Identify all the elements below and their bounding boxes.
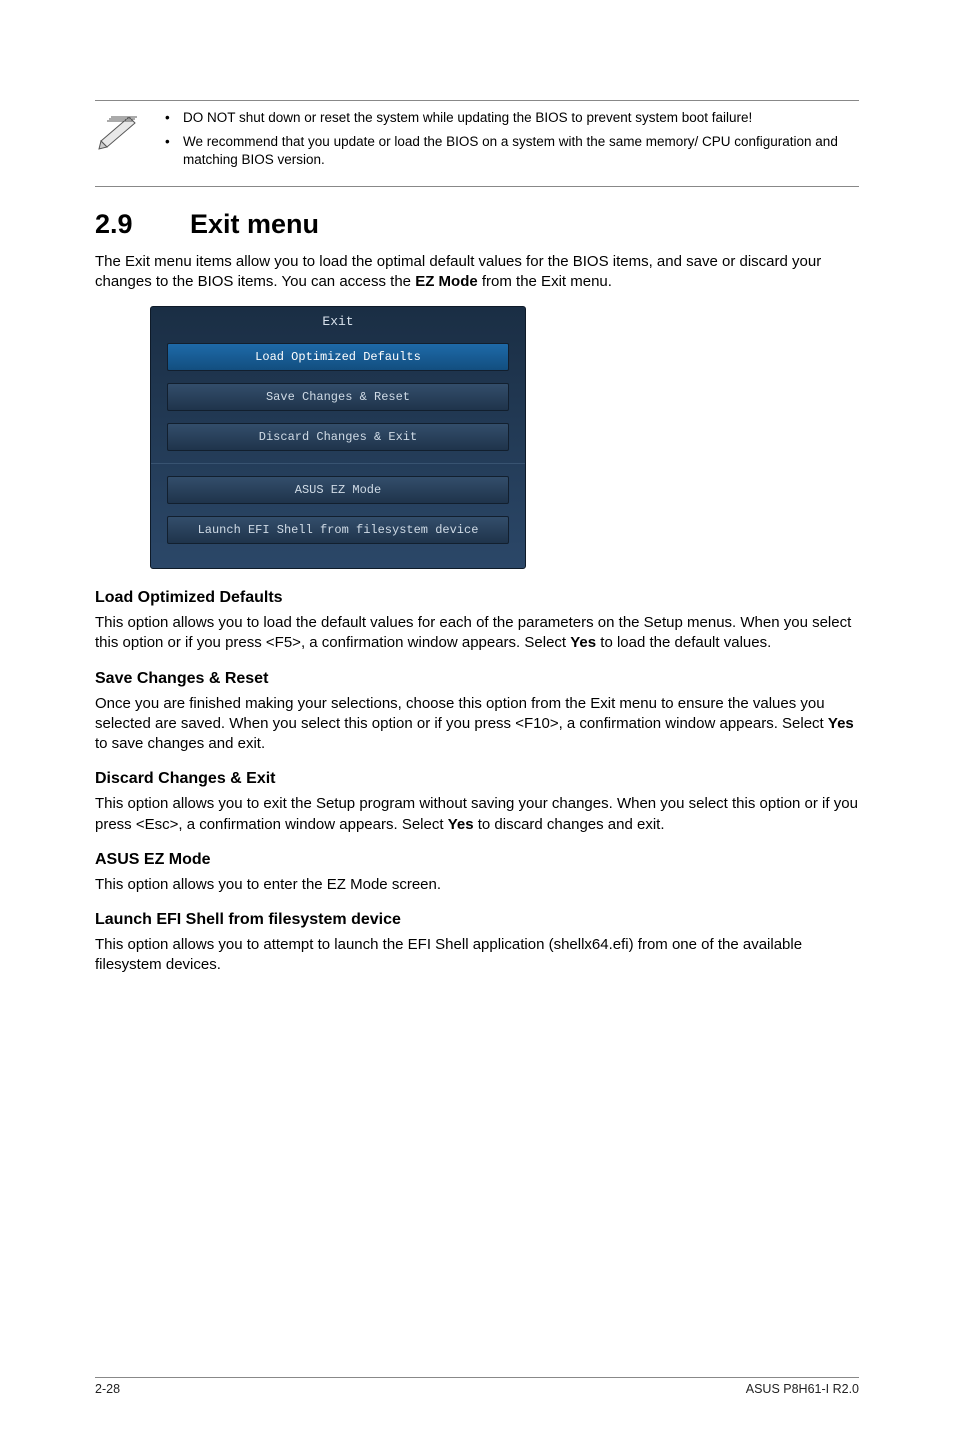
scr-pre: Once you are finished making your select…: [95, 695, 828, 732]
note-text-2: We recommend that you update or load the…: [183, 133, 859, 169]
section-intro: The Exit menu items allow you to load th…: [95, 252, 859, 293]
bullet-icon: •: [165, 109, 183, 127]
lod-post: to load the default values.: [596, 634, 771, 651]
bios-btn-save-reset: Save Changes & Reset: [167, 383, 509, 411]
bios-exit-screenshot: Exit Load Optimized Defaults Save Change…: [150, 306, 526, 569]
intro-bold: EZ Mode: [415, 273, 478, 290]
sub-body-lod: This option allows you to load the defau…: [95, 613, 859, 654]
sub-heading-ez: ASUS EZ Mode: [95, 851, 859, 869]
footer-page-number: 2-28: [95, 1382, 120, 1396]
dce-bold: Yes: [448, 816, 474, 833]
bios-title: Exit: [163, 310, 513, 339]
sub-body-dce: This option allows you to exit the Setup…: [95, 794, 859, 835]
sub-body-ez: This option allows you to enter the EZ M…: [95, 875, 859, 895]
pencil-note-icon: [95, 109, 165, 156]
bios-btn-ez-mode: ASUS EZ Mode: [167, 476, 509, 504]
bios-btn-launch-efi: Launch EFI Shell from filesystem device: [167, 516, 509, 544]
note-text-1: DO NOT shut down or reset the system whi…: [183, 109, 752, 127]
sub-heading-lod: Load Optimized Defaults: [95, 589, 859, 607]
section-title-text: Exit menu: [190, 209, 319, 239]
note-content: • DO NOT shut down or reset the system w…: [165, 109, 859, 176]
section-heading: 2.9Exit menu: [95, 209, 859, 240]
intro-post: from the Exit menu.: [478, 273, 612, 290]
dce-post: to discard changes and exit.: [474, 816, 665, 833]
scr-post: to save changes and exit.: [95, 735, 265, 752]
bios-btn-discard-exit: Discard Changes & Exit: [167, 423, 509, 451]
bios-separator: [151, 463, 525, 464]
scr-bold: Yes: [828, 715, 854, 732]
sub-body-efi: This option allows you to attempt to lau…: [95, 935, 859, 976]
page-footer: 2-28 ASUS P8H61-I R2.0: [95, 1377, 859, 1396]
section-number: 2.9: [95, 209, 190, 240]
note-box: • DO NOT shut down or reset the system w…: [95, 100, 859, 187]
sub-body-scr: Once you are finished making your select…: [95, 694, 859, 755]
sub-heading-dce: Discard Changes & Exit: [95, 770, 859, 788]
bios-btn-load-defaults: Load Optimized Defaults: [167, 343, 509, 371]
sub-heading-scr: Save Changes & Reset: [95, 670, 859, 688]
footer-product: ASUS P8H61-I R2.0: [746, 1382, 859, 1396]
sub-heading-efi: Launch EFI Shell from filesystem device: [95, 911, 859, 929]
bullet-icon: •: [165, 133, 183, 169]
lod-bold: Yes: [570, 634, 596, 651]
